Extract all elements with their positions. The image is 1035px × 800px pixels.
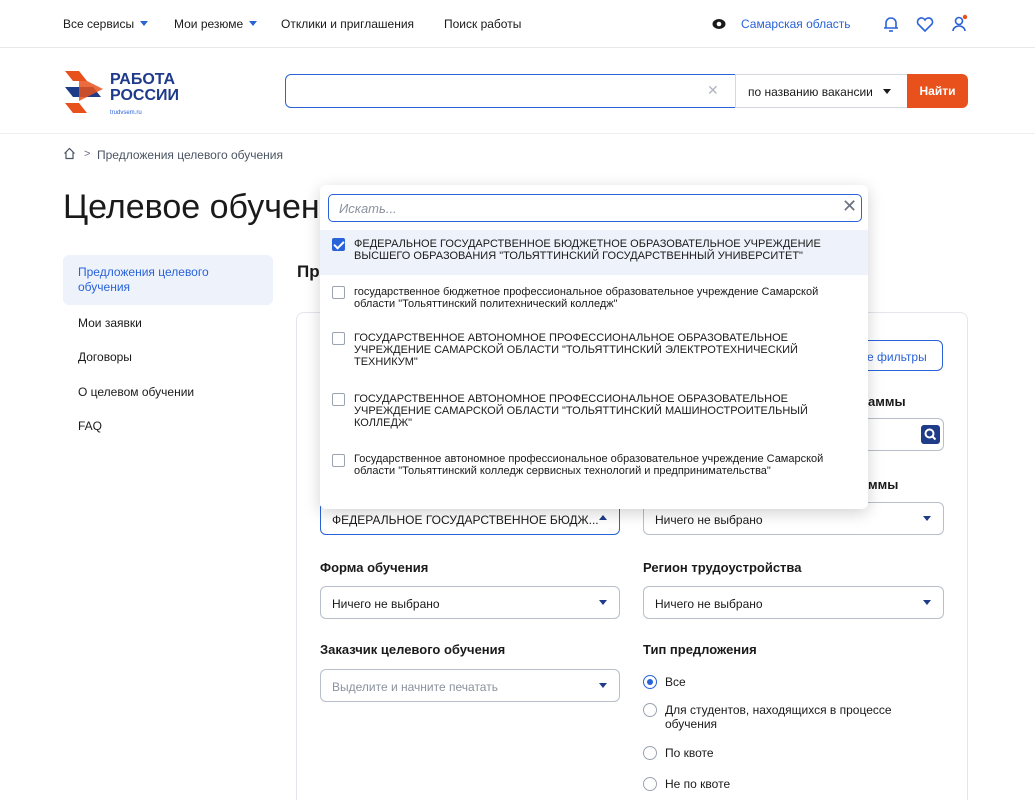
checkbox[interactable] <box>332 286 345 299</box>
region-select[interactable]: Ничего не выбрано <box>643 586 944 619</box>
checkbox[interactable] <box>332 332 345 345</box>
vacancy-search-input[interactable] <box>285 74 736 108</box>
form-label: Форма обучения <box>320 560 429 575</box>
program-select-value: Ничего не выбрано <box>655 513 763 527</box>
breadcrumb-current: Предложения целевого обучения <box>97 148 284 162</box>
program-label: аммы <box>868 394 906 409</box>
logo-subtitle: trudvsem.ru <box>110 110 142 116</box>
logo-title-line2: РОССИИ <box>110 87 180 104</box>
all-services-label: Все сервисы <box>63 17 135 31</box>
logo-title-line1: РАБОТА <box>110 71 176 88</box>
logo-title: РАБОТА РОССИИ <box>110 72 179 104</box>
customer-placeholder: Выделите и начните печатать <box>332 680 498 694</box>
chevron-down-icon <box>599 683 607 688</box>
my-resumes-label: Мои резюме <box>174 17 244 31</box>
chevron-down-icon <box>882 89 891 94</box>
breadcrumb-separator: > <box>84 148 91 160</box>
chevron-down-icon <box>923 516 931 521</box>
sidebar-item-label: Предложения целевого обучения <box>78 265 209 294</box>
all-services-menu[interactable]: Все сервисы <box>63 17 149 31</box>
sidebar-item-contracts[interactable]: Договоры <box>78 350 132 364</box>
radio-students[interactable] <box>643 703 657 717</box>
dropdown-option[interactable]: государственное бюджетное профессиональн… <box>320 275 868 320</box>
program-level-label: ммы <box>868 477 899 492</box>
accessibility-eye-icon[interactable] <box>712 17 726 31</box>
bell-icon[interactable] <box>880 13 902 35</box>
sidebar-item-faq[interactable]: FAQ <box>78 419 102 433</box>
dropdown-option-label: Государственное автономное профессиональ… <box>354 453 824 477</box>
chevron-down-icon <box>140 21 149 26</box>
dropdown-option[interactable]: ФЕДЕРАЛЬНОЕ ГОСУДАРСТВЕННОЕ БЮДЖЕТНОЕ ОБ… <box>320 230 868 275</box>
organization-selected-value: ФЕДЕРАЛЬНОЕ ГОСУДАРСТВЕННОЕ БЮДЖ... <box>332 513 599 527</box>
chevron-up-icon <box>599 515 607 520</box>
search-mode-label: по названию вакансии <box>748 85 873 99</box>
close-icon[interactable]: ✕ <box>842 196 857 217</box>
chevron-down-icon <box>249 21 258 26</box>
dropdown-option[interactable]: Государственное автономное профессиональ… <box>320 444 868 506</box>
my-resumes-menu[interactable]: Мои резюме <box>174 17 258 31</box>
radio-students-label: Для студентов, находящихся в процессе об… <box>665 703 892 731</box>
checkbox-checked[interactable] <box>332 238 345 251</box>
checkbox[interactable] <box>332 454 345 467</box>
find-button[interactable]: Найти <box>907 74 968 108</box>
radio-quota[interactable] <box>643 746 657 760</box>
user-profile-icon[interactable] <box>948 13 970 35</box>
region-label: Регион трудоустройства <box>643 560 802 575</box>
radio-quota-label: По квоте <box>665 746 714 760</box>
radio-all[interactable] <box>643 675 657 689</box>
page-title: Целевое обучение <box>63 188 321 226</box>
search-mode-select[interactable]: по названию вакансии <box>735 74 908 108</box>
dropdown-option-label: ФЕДЕРАЛЬНОЕ ГОСУДАРСТВЕННОЕ БЮДЖЕТНОЕ ОБ… <box>354 238 821 262</box>
dropdown-option-label: ГОСУДАРСТВЕННОЕ АВТОНОМНОЕ ПРОФЕССИОНАЛЬ… <box>354 393 808 429</box>
sidebar-item-target-offers[interactable]: Предложения целевого обучения <box>63 255 273 305</box>
dropdown-search-input[interactable]: Искать... <box>328 194 862 222</box>
sidebar-item-about[interactable]: О целевом обучении <box>78 385 194 399</box>
region-link[interactable]: Самарская область <box>741 17 851 31</box>
sidebar-item-my-applications[interactable]: Мои заявки <box>78 316 142 330</box>
region-select-value: Ничего не выбрано <box>655 597 763 611</box>
search-icon[interactable] <box>921 425 940 444</box>
heart-icon[interactable] <box>914 13 936 35</box>
dropdown-option-label: ГОСУДАРСТВЕННОЕ АВТОНОМНОЕ ПРОФЕССИОНАЛЬ… <box>354 332 798 368</box>
radio-no-quota[interactable] <box>643 777 657 791</box>
customer-select[interactable]: Выделите и начните печатать <box>320 669 620 702</box>
responses-link[interactable]: Отклики и приглашения <box>281 17 414 31</box>
customer-label: Заказчик целевого обучения <box>320 642 506 657</box>
radio-no-quota-label: Не по квоте <box>665 777 731 791</box>
form-select-value: Ничего не выбрано <box>332 597 440 611</box>
section-heading: Пр <box>297 262 320 281</box>
dropdown-option[interactable]: ГОСУДАРСТВЕННОЕ АВТОНОМНОЕ ПРОФЕССИОНАЛЬ… <box>320 320 868 382</box>
job-search-link[interactable]: Поиск работы <box>444 17 521 31</box>
home-icon[interactable] <box>63 147 76 160</box>
top-navigation: Все сервисы Мои резюме Отклики и приглаш… <box>0 0 1035 48</box>
chevron-down-icon <box>923 600 931 605</box>
chevron-down-icon <box>599 600 607 605</box>
dropdown-option-label: государственное бюджетное профессиональн… <box>354 286 819 310</box>
radio-all-label: Все <box>665 675 686 689</box>
dropdown-option[interactable]: ГОСУДАРСТВЕННОЕ АВТОНОМНОЕ ПРОФЕССИОНАЛЬ… <box>320 382 868 444</box>
offer-type-label: Тип предложения <box>643 642 757 657</box>
form-select[interactable]: Ничего не выбрано <box>320 586 620 619</box>
checkbox[interactable] <box>332 393 345 406</box>
clear-icon[interactable]: ✕ <box>707 82 719 99</box>
